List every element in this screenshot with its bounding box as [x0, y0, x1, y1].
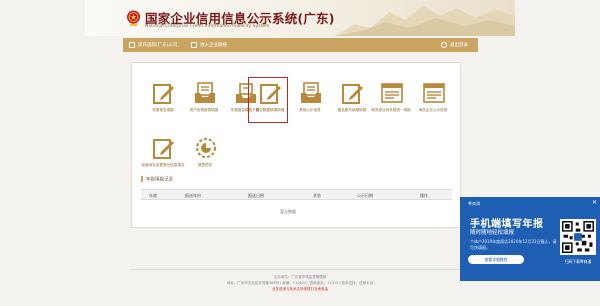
- promo-subtitle: 随时随地轻松填报: [470, 230, 515, 236]
- footer-organizer: 主办单位：广东省市场监督管理局: [273, 275, 327, 279]
- footer-divider: [131, 269, 471, 270]
- tile-2[interactable]: 资产负债报表填报: [183, 78, 225, 123]
- tile-label: 其他公示信息: [299, 108, 321, 112]
- column-header-status: 状态: [313, 193, 321, 198]
- tile-4[interactable]: 营业数据填报填报: [248, 77, 288, 123]
- tile-1[interactable]: 年报报告填报: [142, 78, 184, 123]
- tile-label: 海关企业公示信息: [418, 108, 448, 112]
- qr-caption: 扫码下载粤商通: [564, 259, 592, 264]
- national-emblem-icon: [127, 10, 140, 26]
- records-heading: 年报填报记录: [141, 176, 173, 183]
- tile-8[interactable]: 海关企业公示信息: [412, 78, 454, 123]
- enterprise-center-label: 进入企业联络: [200, 43, 227, 48]
- site-header: 国家企业信用信息公示系统(广东) National Enterprise Cre…: [85, 0, 515, 36]
- pen-paper-icon: [259, 81, 283, 105]
- tile-label: 报表预览: [197, 163, 213, 167]
- pen-paper-icon: [341, 81, 365, 105]
- pen-paper-icon: [152, 81, 176, 105]
- table-empty-message: 暂无数据: [280, 209, 296, 214]
- enterprise-center-link[interactable]: 进入企业联络: [191, 41, 227, 49]
- top-nav-bar: 梁氏国际(广东)公司 进入企业联络 退出登录: [123, 38, 478, 52]
- tile-label: 商务部业务系统统一填报: [371, 108, 411, 112]
- pen-paper-icon: [152, 136, 176, 160]
- logout-label: 退出登录: [450, 43, 468, 48]
- column-header-publicity-date: 公示日期: [357, 193, 373, 198]
- tile-7[interactable]: 商务部业务系统统一填报: [370, 78, 412, 123]
- view-tutorial-button[interactable]: 查看详细教程: [468, 255, 524, 264]
- records-title: 年报填报记录: [146, 177, 173, 183]
- document-box-icon: [299, 81, 323, 105]
- tile-5[interactable]: 其他公示信息: [289, 78, 331, 123]
- close-icon[interactable]: ✕: [591, 199, 598, 206]
- company-name: 梁氏国际(广东)公司: [138, 43, 178, 48]
- tile-10[interactable]: 报表预览: [184, 133, 226, 178]
- document-list-icon: [380, 81, 404, 105]
- records-table-header: 年度 报送年份 报送日期 状态 公示日期 操作: [141, 189, 452, 200]
- power-icon: [441, 42, 447, 48]
- mobile-filing-promo: 粤商通 ✕ 手机端填写年报 随时随地轻松填报 个体户2019年度报告2020年1…: [460, 197, 600, 281]
- document-list-icon: [422, 81, 446, 105]
- logout-button[interactable]: 退出登录: [441, 41, 468, 49]
- tile-9[interactable]: 经营地址变更登记信息报告: [141, 133, 185, 178]
- footer-address: 地址：广州市天河区天河路468号 | 邮编：510620 | 咨询电话：1231…: [226, 281, 374, 285]
- footer-notice: 业务咨询与技术支持请拨打当地电话: [272, 287, 328, 291]
- promo-logo: 粤商通: [468, 201, 480, 206]
- tile-label: 经营地址变更登记信息报告: [141, 163, 185, 167]
- building-icon: [129, 42, 135, 48]
- column-header-action: 操作: [420, 193, 428, 198]
- user-icon: [191, 42, 197, 48]
- heading-accent-bar: [141, 176, 143, 182]
- column-header-submit-date: 报送日期: [248, 193, 264, 198]
- column-header-submit-year: 报送年份: [185, 193, 201, 198]
- site-subtitle: National Enterprise Credit Information P…: [145, 24, 270, 29]
- gear-pie-icon: [194, 136, 218, 160]
- tile-6[interactable]: 隐名股东填报填报: [331, 78, 373, 123]
- promo-description: 个体户2019年度报告2020年12月31日截止，请尽快填报。: [470, 239, 557, 250]
- mountain-banner-image: [335, 6, 515, 36]
- document-box-icon: [193, 81, 217, 105]
- qr-code-icon: [560, 219, 596, 255]
- column-header-year: 年度: [149, 193, 157, 198]
- company-name-link[interactable]: 梁氏国际(广东)公司: [129, 41, 178, 49]
